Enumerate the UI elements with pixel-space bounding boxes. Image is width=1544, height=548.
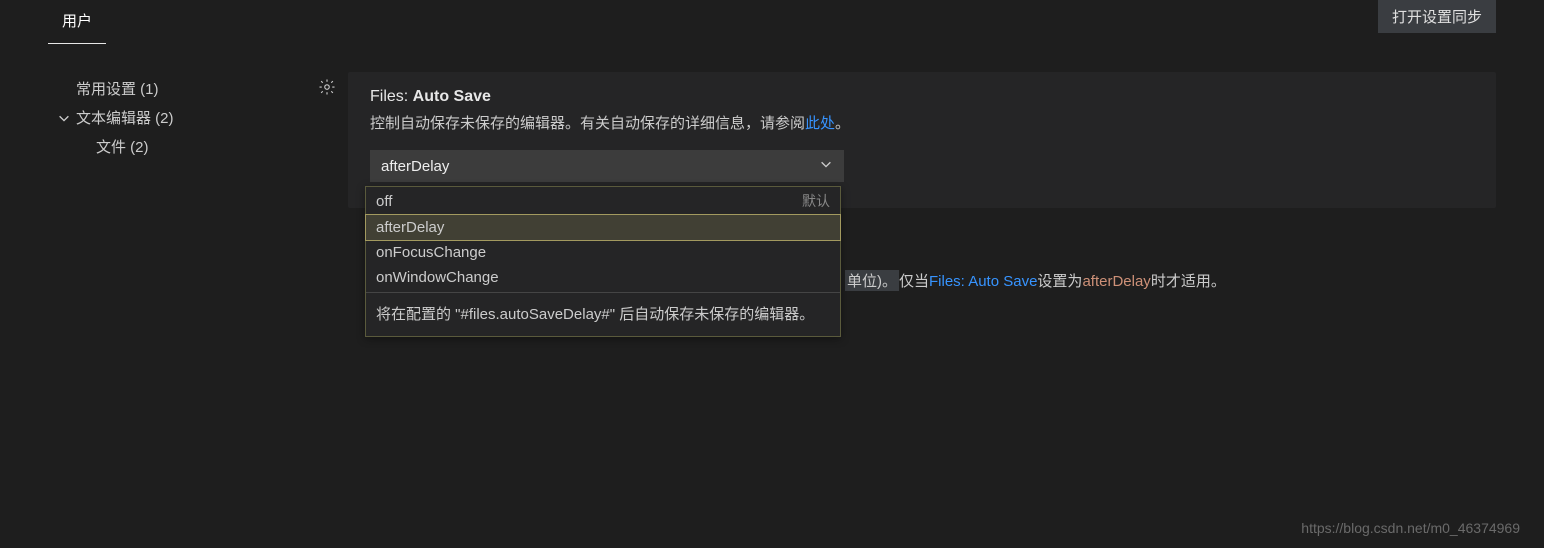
sidebar-item-common[interactable]: 常用设置 (1) (48, 74, 318, 103)
doc-link[interactable]: 此处 (805, 115, 835, 132)
dropdown-option-onfocuschange[interactable]: onFocusChange (366, 240, 840, 265)
chevron-down-icon (819, 157, 833, 175)
sidebar-item-label: 常用设置 (1) (76, 78, 159, 99)
divider (366, 292, 840, 293)
tab-user[interactable]: 用户 (48, 0, 106, 44)
default-tag: 默认 (802, 191, 830, 211)
sidebar-item-text-editor[interactable]: 文本编辑器 (2) (48, 103, 318, 132)
select-value: afterDelay (381, 158, 449, 175)
sidebar-item-files[interactable]: 文件 (2) (48, 132, 318, 161)
settings-sidebar: 常用设置 (1) 文本编辑器 (2) 文件 (2) (48, 72, 318, 208)
gear-icon[interactable] (318, 83, 336, 99)
dropdown-description: 将在配置的 "#files.autoSaveDelay#" 后自动保存未保存的编… (366, 295, 840, 336)
setting-description: 控制自动保存未保存的编辑器。有关自动保存的详细信息，请参阅此处。 (370, 112, 1474, 136)
dropdown-option-afterdelay[interactable]: afterDelay (365, 214, 841, 241)
watermark: https://blog.csdn.net/m0_46374969 (1301, 520, 1520, 536)
sidebar-item-label: 文件 (2) (96, 136, 149, 157)
files-autosave-link[interactable]: Files: Auto Save (929, 273, 1037, 290)
auto-save-select[interactable]: afterDelay (370, 150, 844, 182)
dropdown-option-off[interactable]: off 默认 (366, 187, 840, 215)
chevron-down-icon (56, 110, 72, 126)
dropdown-option-onwindowchange[interactable]: onWindowChange (366, 265, 840, 290)
open-settings-sync-button[interactable]: 打开设置同步 (1378, 0, 1496, 33)
setting-description-continued: 单位)。 仅当 Files: Auto Save 设置为 afterDelay … (845, 270, 1226, 291)
sidebar-item-label: 文本编辑器 (2) (76, 107, 174, 128)
auto-save-dropdown: off 默认 afterDelay onFocusChange onWindow… (365, 186, 841, 337)
setting-title: Files: Auto Save (370, 88, 1474, 106)
tabs: 用户 (48, 0, 106, 44)
